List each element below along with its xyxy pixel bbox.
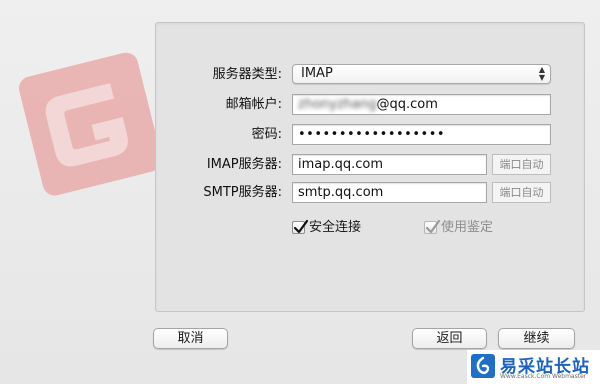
imap-label: IMAP服务器: [206, 157, 282, 172]
app-logo-icon [8, 52, 166, 202]
password-field[interactable]: •••••••••••••••••• [292, 124, 551, 145]
checkmark-icon [425, 219, 441, 234]
imap-port-auto-button[interactable]: 端口自动 [492, 154, 551, 175]
watermark: 易采站长站 Www.Easck.Com Webmaster [467, 350, 600, 384]
email-domain: @qq.com [376, 97, 438, 112]
smtp-server-field[interactable]: smtp.qq.com [292, 182, 487, 203]
mail-setup-window: 服务器类型: IMAP ▲ ▼ 邮箱帐户: zhonyzhang@qq.com 密… [0, 0, 600, 384]
checkmark-icon [293, 219, 309, 234]
email-field[interactable]: zhonyzhang@qq.com [292, 94, 551, 115]
server-type-label: 服务器类型: [212, 67, 282, 82]
password-label: 密码: [251, 127, 282, 142]
smtp-label: SMTP服务器: [203, 185, 282, 200]
email-blurred-part: zhonyzhang [298, 97, 377, 112]
checkbox-box [292, 219, 309, 234]
imap-server-field[interactable]: imap.qq.com [292, 154, 487, 175]
back-button[interactable]: 返回 [412, 328, 487, 349]
secure-connection-label: 安全连接 [309, 220, 362, 235]
continue-button[interactable]: 继续 [498, 328, 575, 349]
smtp-port-auto-button[interactable]: 端口自动 [492, 182, 551, 203]
watermark-logo-icon [471, 354, 495, 378]
checkbox-box [424, 219, 441, 234]
up-down-arrows-icon: ▲ ▼ [538, 65, 545, 82]
use-authentication-label: 使用鉴定 [441, 220, 494, 235]
cancel-button[interactable]: 取消 [153, 328, 228, 349]
email-label: 邮箱帐户: [225, 97, 282, 112]
server-type-value: IMAP [301, 66, 333, 81]
server-type-select[interactable]: IMAP ▲ ▼ [292, 64, 551, 84]
watermark-subtext: Www.Easck.Com Webmaster [500, 373, 587, 380]
